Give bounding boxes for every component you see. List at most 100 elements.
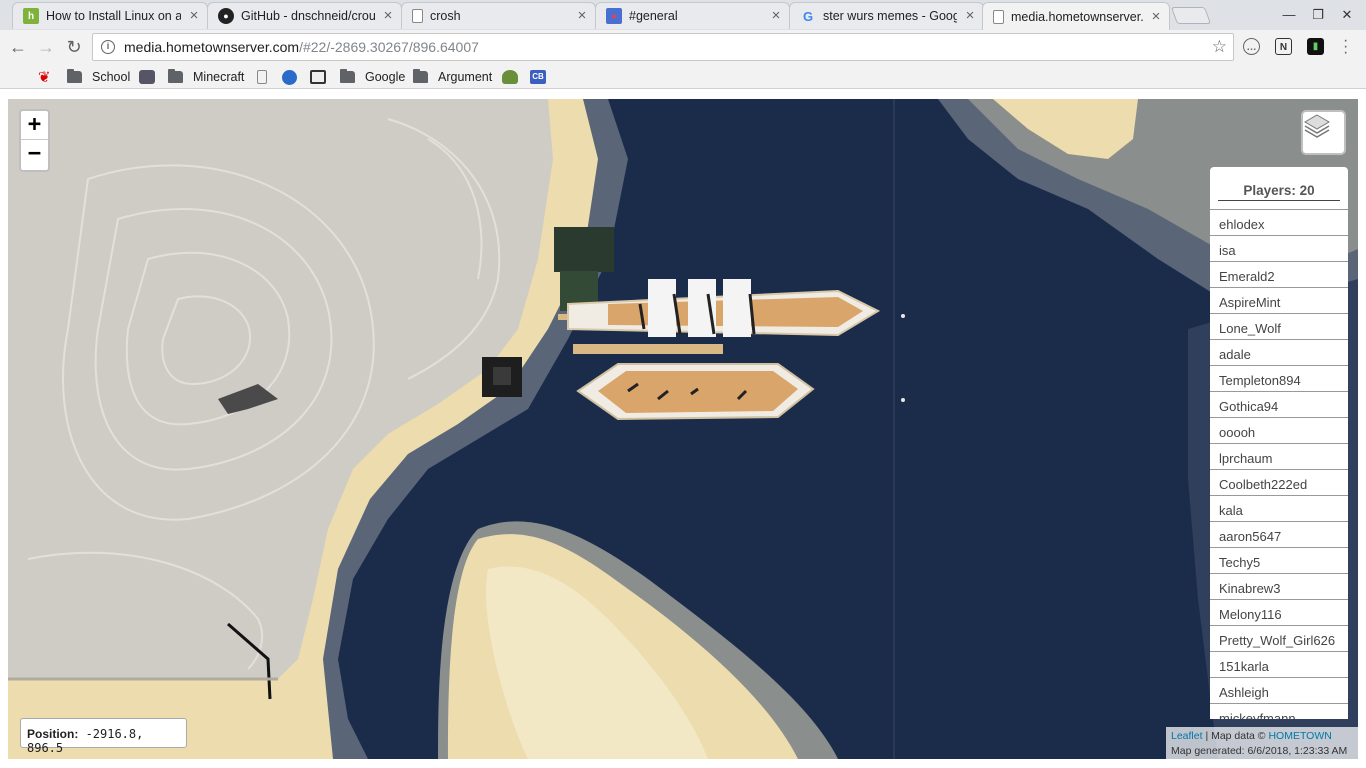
tab-title: GitHub - dnschneid/crout — [241, 9, 375, 23]
bookmark-folder-argument[interactable]: Argument — [413, 68, 492, 86]
tab-title: crosh — [430, 9, 461, 23]
close-icon[interactable]: × — [187, 8, 201, 23]
menu-icon[interactable]: · · · — [1343, 33, 1349, 61]
reload-icon[interactable]: ↻ — [62, 35, 86, 59]
player-list: ehlodex isa Emerald2 AspireMint Lone_Wolf ada… — [1210, 209, 1348, 719]
player-list-item[interactable]: Kinabrew3 — [1210, 574, 1348, 600]
tab-crosh[interactable]: crosh × — [401, 2, 596, 29]
player-list-item[interactable]: Techy5 — [1210, 548, 1348, 574]
folder-icon — [67, 69, 82, 83]
cb-icon: CB — [530, 70, 546, 84]
bookmark-folder-minecraft[interactable]: Minecraft — [168, 68, 244, 86]
tab-github[interactable]: ● GitHub - dnschneid/crout × — [207, 2, 402, 29]
zoom-in-button[interactable]: + — [21, 111, 48, 140]
player-list-item[interactable]: adale — [1210, 340, 1348, 366]
bookmark-building[interactable] — [310, 68, 334, 86]
close-window-icon[interactable]: ✕ — [1337, 5, 1357, 25]
bookmark-c[interactable] — [139, 68, 163, 86]
bookmark-turtle[interactable] — [502, 68, 526, 86]
restore-icon[interactable]: ❐ — [1308, 5, 1328, 25]
position-readout: Position: -2916.8, 896.5 — [20, 718, 187, 755]
map-terrain — [8, 99, 1358, 759]
url-text[interactable]: media.hometownserver.com/#22/-2869.30267… — [124, 39, 1212, 55]
player-list-item[interactable]: Ashleigh — [1210, 678, 1348, 704]
page-icon — [257, 70, 267, 84]
n-extension-icon[interactable]: N — [1275, 38, 1292, 55]
players-count: Players: 20 — [1218, 167, 1340, 201]
bookmark-cb[interactable]: CB — [530, 68, 554, 86]
bookmark-globe[interactable] — [282, 68, 305, 86]
close-icon[interactable]: × — [1149, 9, 1163, 24]
bookmark-label: Argument — [438, 70, 493, 84]
github-icon: ● — [218, 8, 234, 24]
maple-leaf-icon: ❦ — [38, 69, 51, 86]
tab-title: How to Install Linux on a — [46, 9, 181, 23]
player-list-item[interactable]: ooooh — [1210, 418, 1348, 444]
player-list-item[interactable]: ehlodex — [1210, 210, 1348, 236]
player-list-item[interactable]: Templeton894 — [1210, 366, 1348, 392]
player-list-item[interactable]: AspireMint — [1210, 288, 1348, 314]
bookmark-label: Google — [365, 70, 406, 84]
building-icon — [310, 70, 326, 84]
player-list-item[interactable]: isa — [1210, 236, 1348, 262]
forward-icon[interactable]: → — [34, 35, 58, 59]
folder-icon — [340, 69, 355, 83]
address-bar[interactable]: i media.hometownserver.com/#22/-2869.302… — [92, 33, 1234, 61]
new-tab-button[interactable] — [1170, 7, 1212, 24]
player-list-item[interactable]: Gothica94 — [1210, 392, 1348, 418]
bookmark-maple[interactable]: ❦ — [38, 68, 51, 86]
close-icon[interactable]: × — [769, 8, 783, 23]
layers-button[interactable] — [1301, 110, 1346, 155]
tab-google-search[interactable]: G ster wurs memes - Googl × — [789, 2, 984, 29]
player-list-item[interactable]: aaron5647 — [1210, 522, 1348, 548]
folder-icon — [168, 69, 183, 83]
player-list-item[interactable]: Coolbeth222ed — [1210, 470, 1348, 496]
map-viewport[interactable]: + − Players: 20 ehlodex isa Emerald2 Aspire… — [8, 99, 1358, 759]
leaflet-link[interactable]: Leaflet — [1171, 730, 1203, 742]
info-icon[interactable]: i — [101, 40, 115, 54]
bookmark-folder-google[interactable]: Google — [340, 68, 405, 86]
attribution-sep: | Map data © — [1202, 730, 1269, 742]
chat-extension-icon[interactable]: … — [1243, 38, 1260, 55]
zoom-control: + − — [19, 109, 50, 172]
tab-general[interactable]: ● #general × — [595, 2, 790, 29]
close-icon[interactable]: × — [575, 8, 589, 23]
player-list-item[interactable]: lprchaum — [1210, 444, 1348, 470]
close-icon[interactable]: × — [963, 8, 977, 23]
tab-strip: h How to Install Linux on a × ● GitHub -… — [0, 0, 1366, 30]
bookmark-label: School — [92, 70, 131, 84]
minimize-icon[interactable]: — — [1279, 5, 1299, 25]
terminal-extension-icon[interactable]: ▮ — [1307, 38, 1324, 55]
player-list-item[interactable]: mickeyfmann — [1210, 704, 1348, 719]
tab-linux-install[interactable]: h How to Install Linux on a × — [12, 2, 208, 29]
bookmark-folder-school[interactable]: School — [67, 68, 130, 86]
player-list-item[interactable]: kala — [1210, 496, 1348, 522]
player-list-item[interactable]: Pretty_Wolf_Girl626 — [1210, 626, 1348, 652]
folder-icon — [413, 69, 428, 83]
chat-icon: ● — [606, 8, 622, 24]
globe-icon — [282, 69, 297, 85]
tab-hometown-map[interactable]: media.hometownserver.c × — [982, 2, 1170, 30]
close-icon[interactable]: × — [381, 8, 395, 23]
zoom-out-button[interactable]: − — [21, 140, 48, 169]
back-icon[interactable]: ← — [6, 35, 30, 59]
c-icon — [139, 70, 155, 84]
tab-title: #general — [629, 9, 678, 23]
toolbar: ← → ↻ i media.hometownserver.com/#22/-28… — [0, 30, 1366, 64]
player-list-item[interactable]: 151karla — [1210, 652, 1348, 678]
page-icon — [993, 9, 1004, 24]
hostinger-icon: h — [23, 8, 39, 24]
hometown-link[interactable]: HOMETOWN — [1268, 730, 1331, 742]
google-icon: G — [802, 8, 814, 24]
layers-icon — [1304, 114, 1330, 138]
player-list-item[interactable]: Melony116 — [1210, 600, 1348, 626]
player-list-item[interactable]: Emerald2 — [1210, 262, 1348, 288]
position-label: Position: — [27, 727, 79, 741]
bookmark-label: Minecraft — [193, 70, 245, 84]
bookmark-star-icon[interactable]: ☆ — [1212, 37, 1227, 57]
turtle-icon — [502, 70, 518, 84]
bookmark-page[interactable] — [257, 68, 275, 86]
page-content: + − Players: 20 ehlodex isa Emerald2 Aspire… — [0, 90, 1366, 768]
player-list-item[interactable]: Lone_Wolf — [1210, 314, 1348, 340]
attribution: Leaflet | Map data © HOMETOWN Map genera… — [1166, 727, 1358, 759]
